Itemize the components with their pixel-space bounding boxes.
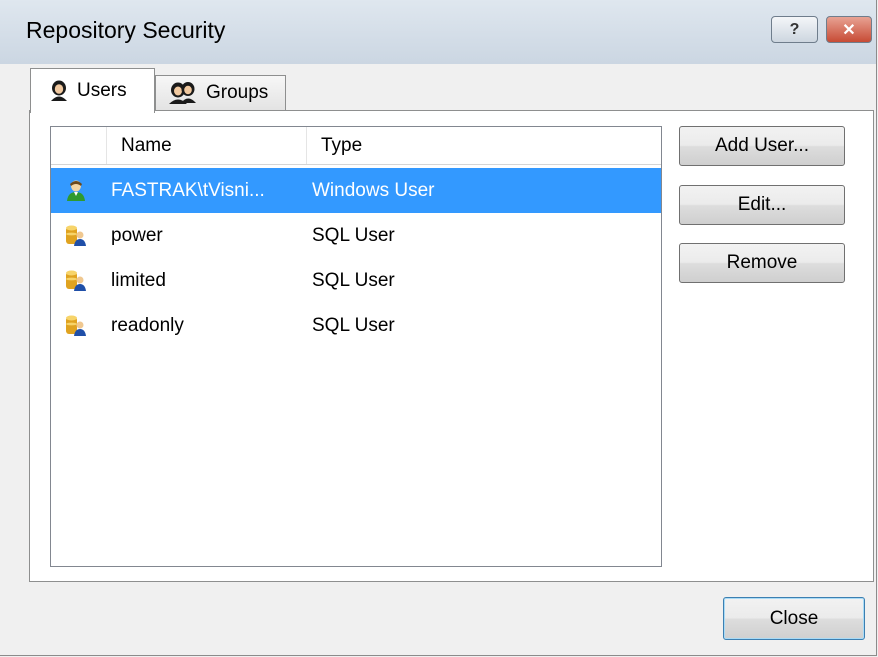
title-bar[interactable]: Repository Security ? ✕ xyxy=(0,0,876,64)
tab-users[interactable]: Users xyxy=(30,68,155,113)
list-row[interactable]: readonly SQL User xyxy=(51,303,661,348)
column-separator[interactable] xyxy=(306,127,307,164)
repository-security-dialog: Repository Security ? ✕ Users Groups Nam… xyxy=(0,0,877,656)
user-name: readonly xyxy=(111,315,184,336)
help-button[interactable]: ? xyxy=(771,16,818,43)
user-type: SQL User xyxy=(312,225,395,246)
user-type: Windows User xyxy=(312,180,435,201)
column-separator[interactable] xyxy=(106,127,107,164)
users-list[interactable]: Name Type FASTRAK\tVisni... Windows User xyxy=(50,126,662,567)
sql-user-icon xyxy=(66,270,86,291)
sql-user-icon xyxy=(66,225,86,246)
sql-user-icon xyxy=(66,315,86,336)
close-button[interactable]: Close xyxy=(723,597,865,640)
user-type: SQL User xyxy=(312,315,395,336)
user-type: SQL User xyxy=(312,270,395,291)
window-close-button[interactable]: ✕ xyxy=(826,16,872,43)
tab-groups[interactable]: Groups xyxy=(155,75,286,110)
window-title: Repository Security xyxy=(26,17,226,43)
user-name: power xyxy=(111,225,163,246)
user-icon xyxy=(51,80,67,101)
user-name: FASTRAK\tVisni... xyxy=(111,180,265,201)
column-header-type[interactable]: Type xyxy=(321,127,561,164)
help-icon: ? xyxy=(789,20,800,38)
group-icon xyxy=(169,82,196,104)
windows-user-icon xyxy=(67,180,85,201)
tab-users-label: Users xyxy=(77,80,127,101)
add-user-button[interactable]: Add User... xyxy=(679,126,845,166)
user-name: limited xyxy=(111,270,166,291)
edit-button[interactable]: Edit... xyxy=(679,185,845,225)
list-row[interactable]: limited SQL User xyxy=(51,258,661,303)
remove-button[interactable]: Remove xyxy=(679,243,845,283)
list-header: Name Type xyxy=(51,127,661,165)
list-row[interactable]: FASTRAK\tVisni... Windows User xyxy=(51,168,661,213)
tab-groups-label: Groups xyxy=(206,82,269,103)
column-header-name[interactable]: Name xyxy=(121,127,301,164)
list-row[interactable]: power SQL User xyxy=(51,213,661,258)
close-icon: ✕ xyxy=(842,21,856,39)
